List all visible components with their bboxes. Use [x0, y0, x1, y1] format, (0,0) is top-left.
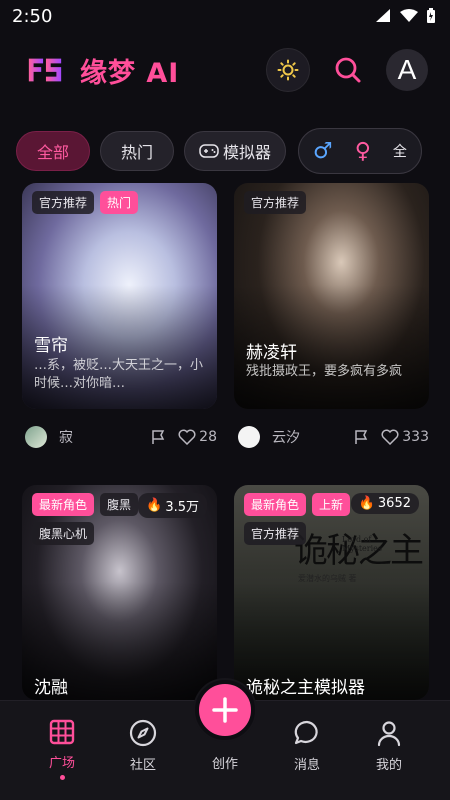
tag: 官方推荐 — [244, 191, 307, 214]
character-name: 赫凌轩 — [246, 343, 297, 363]
popularity-count: 3.5万 — [165, 500, 199, 515]
chip-all-label: 全部 — [37, 143, 70, 162]
tag: 腹黑 — [100, 493, 139, 516]
chat-bubble-icon — [294, 720, 318, 745]
nav-create-label-wrap: 创作 — [195, 753, 255, 772]
author-avatar[interactable] — [238, 426, 260, 448]
avatar-letter: A — [397, 54, 417, 85]
popularity-badge: 🔥 3652 — [350, 493, 419, 514]
author-name[interactable]: 云汐 — [272, 427, 353, 447]
plus-icon — [212, 697, 238, 723]
character-name: 诡秘之主模拟器 — [246, 678, 365, 698]
nav-plaza-label: 广场 — [48, 756, 75, 771]
card-tags: 最新角色 腹黑 腹黑心机 — [32, 493, 152, 545]
card-meta: 寂 28 — [25, 426, 217, 448]
heart-icon — [381, 429, 399, 445]
character-card[interactable]: 官方推荐 赫凌轩 残批摄政王，要多疯有多疯 — [234, 183, 429, 409]
nav-community-label: 社区 — [129, 758, 156, 773]
card-tags: 官方推荐 热门 — [32, 191, 139, 214]
app-logo-icon — [28, 58, 62, 82]
tag: 热门 — [100, 191, 139, 214]
tag: 腹黑心机 — [32, 522, 95, 545]
male-filter-button[interactable]: ♂ — [313, 139, 333, 164]
gamepad-icon — [199, 144, 219, 158]
tag: 最新角色 — [244, 493, 307, 516]
chip-all[interactable]: 全部 — [16, 131, 91, 171]
status-time: 2:50 — [12, 5, 53, 27]
all-gender-filter-button[interactable]: 全 — [393, 141, 407, 161]
character-description: 残批摄政王，要多疯有多疯 — [246, 364, 403, 379]
flag-icon[interactable] — [150, 429, 166, 445]
active-indicator — [59, 775, 65, 780]
like-count: 333 — [402, 429, 429, 445]
theme-toggle-button[interactable] — [266, 48, 310, 92]
nav-plaza[interactable]: 广场 — [32, 719, 92, 780]
character-description: …系，被贬…大天王之一，小时候…对你暗… — [34, 358, 204, 391]
popularity-count: 3652 — [377, 496, 411, 511]
user-avatar-button[interactable]: A — [386, 49, 428, 91]
character-card[interactable]: 官方推荐 热门 雪帘 …系，被贬…大天王之一，小时候…对你暗… — [22, 183, 217, 409]
popularity-badge: 🔥 3.5万 — [138, 493, 207, 518]
search-icon — [335, 57, 361, 83]
grid-icon — [49, 719, 75, 745]
like-button[interactable]: 28 — [178, 429, 217, 445]
nav-profile[interactable]: 我的 — [359, 719, 419, 773]
like-button[interactable]: 333 — [381, 429, 429, 445]
status-bar: 2:50 — [0, 0, 450, 32]
chip-hot-label: 热门 — [121, 143, 154, 162]
flag-icon[interactable] — [353, 429, 369, 445]
character-name: 雪帘 — [34, 336, 68, 356]
character-card[interactable]: 诡秘之主 Lord of Mysteries 爱潜水的乌贼 著 最新角色 上新 … — [234, 485, 429, 700]
tag: 最新角色 — [32, 493, 95, 516]
app-header: 缘梦 AI A — [0, 40, 450, 100]
heart-icon — [178, 429, 196, 445]
app-title: 缘梦 AI — [80, 57, 180, 89]
nav-community[interactable]: 社区 — [113, 719, 173, 773]
person-icon — [377, 721, 401, 747]
chip-simulator-label: 模拟器 — [223, 143, 272, 162]
like-count: 28 — [199, 429, 217, 445]
signal-icon — [376, 9, 390, 22]
flame-icon: 🔥 — [146, 498, 163, 513]
card-meta: 云汐 333 — [238, 426, 429, 448]
nav-messages-label: 消息 — [293, 758, 320, 773]
tag: 上新 — [312, 493, 351, 516]
character-name: 沈融 — [34, 678, 68, 698]
gender-filter: ♂ ♀ 全 — [298, 128, 422, 174]
character-card[interactable]: 最新角色 腹黑 腹黑心机 🔥 3.5万 沈融 — [22, 485, 217, 700]
compass-icon — [129, 719, 157, 747]
card-tags: 官方推荐 — [244, 191, 307, 214]
category-filter-bar: 全部 热门 模拟器 ♂ ♀ 全 — [0, 122, 450, 180]
chip-simulator[interactable]: 模拟器 — [184, 131, 287, 171]
sun-icon — [277, 59, 299, 81]
system-icons — [376, 8, 436, 24]
flame-icon: 🔥 — [358, 496, 375, 511]
female-filter-button[interactable]: ♀ — [355, 139, 371, 164]
create-button[interactable] — [195, 680, 255, 740]
nav-create-label: 创作 — [211, 757, 238, 772]
nav-messages[interactable]: 消息 — [277, 719, 337, 773]
author-avatar[interactable] — [25, 426, 47, 448]
tag: 官方推荐 — [32, 191, 95, 214]
wifi-icon — [400, 9, 418, 22]
tag: 官方推荐 — [244, 522, 307, 545]
battery-icon — [427, 8, 435, 23]
search-button[interactable] — [330, 52, 366, 88]
author-name[interactable]: 寂 — [59, 427, 150, 447]
chip-hot[interactable]: 热门 — [100, 131, 175, 171]
nav-profile-label: 我的 — [375, 758, 402, 773]
